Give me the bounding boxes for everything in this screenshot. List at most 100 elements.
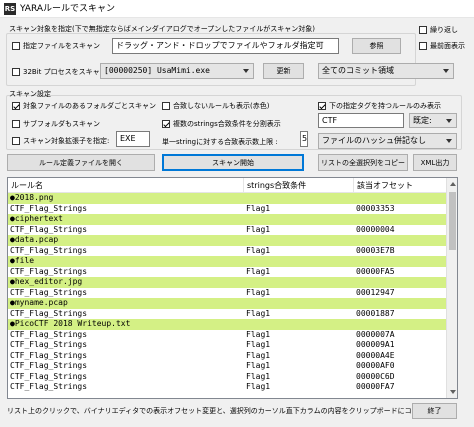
title-bar: RS YARAルールでスキャン [0, 0, 474, 18]
tag-input[interactable]: CTF [318, 113, 404, 128]
rule-name-cell: CTF_Flag_Strings [10, 340, 88, 349]
file-path-input[interactable]: ドラッグ・アンド・ドロップでファイルやフォルダ指定可 [112, 38, 339, 54]
folder-scan-check-box[interactable] [12, 102, 20, 110]
offset-cell: 00000FA7 [356, 382, 395, 391]
file-scan-check-box[interactable] [12, 42, 20, 50]
file-group-row[interactable]: ●PicoCTF 2018 Writeup.txt [8, 319, 448, 330]
table-row[interactable]: CTF_Flag_Strings Flag1 00003E7B [8, 246, 448, 257]
split-strings-label: 複数のstrings合致条件を分割表示 [173, 120, 281, 128]
hash-select[interactable]: ファイルのハッシュ併記なし [318, 133, 457, 149]
table-row[interactable]: CTF_Flag_Strings Flag1 00000C6D [8, 372, 448, 383]
process-scan-checkbox[interactable]: 32Bit プロセスをスキャン [12, 67, 107, 77]
settings-group-label: スキャン設定 [9, 90, 51, 98]
scroll-thumb[interactable] [449, 192, 456, 250]
browse-button[interactable]: 参照 [352, 38, 401, 54]
table-row[interactable]: CTF_Flag_Strings Flag1 00001887 [8, 309, 448, 320]
file-group-row[interactable]: ●file [8, 256, 448, 267]
show-unmatched-checkbox[interactable]: 合致しないルールも表示(赤色) [162, 101, 269, 111]
single-string-limit-label: 単一stringに対する合致表示数上限 : [162, 138, 278, 146]
close-button[interactable]: 終了 [412, 403, 457, 419]
file-group-row[interactable]: ●ciphertext [8, 214, 448, 225]
single-string-limit-input[interactable]: 5 [300, 131, 308, 147]
split-strings-checkbox[interactable]: 複数のstrings合致条件を分割表示 [162, 119, 281, 129]
scroll-up-icon[interactable] [450, 182, 456, 186]
table-row[interactable]: CTF_Flag_Strings Flag1 0000007A [8, 330, 448, 341]
subfolder-check-box[interactable] [12, 120, 20, 128]
ext-filter-checkbox[interactable]: スキャン対象拡張子を指定: [12, 136, 109, 146]
file-group-row[interactable]: ●myname.pcap [8, 298, 448, 309]
topmost-checkbox[interactable]: 最前面表示 [419, 41, 465, 51]
strings-condition-cell: Flag1 [246, 340, 271, 349]
rule-name-cell: CTF_Flag_Strings [10, 308, 88, 318]
column-rule-name[interactable]: ルール名 [8, 178, 244, 193]
subfolder-label: サブフォルダもスキャン [23, 120, 100, 128]
strings-condition-cell: Flag1 [246, 224, 271, 234]
refresh-button[interactable]: 更新 [263, 63, 304, 79]
rule-name-cell: CTF_Flag_Strings [10, 203, 88, 213]
file-name-cell: ●2018.png [10, 193, 54, 202]
table-row[interactable]: CTF_Flag_Strings Flag1 00003353 [8, 204, 448, 215]
ext-input[interactable]: EXE [116, 131, 150, 147]
strings-condition-cell: Flag1 [246, 371, 271, 381]
copy-list-button[interactable]: リストの全選択列をコピー [318, 154, 408, 171]
column-strings-condition[interactable]: strings合致条件 [244, 178, 354, 193]
file-name-cell: ●data.pcap [10, 235, 59, 244]
table-row[interactable]: CTF_Flag_Strings Flag1 000009A1 [8, 340, 448, 351]
ext-filter-check-box[interactable] [12, 137, 20, 145]
process-select[interactable]: [00000250] UsaMimi.exe [100, 63, 254, 79]
rule-name-cell: CTF_Flag_Strings [10, 371, 88, 381]
strings-condition-cell: Flag1 [246, 245, 271, 255]
ext-filter-label: スキャン対象拡張子を指定: [23, 137, 110, 145]
offset-cell: 00000C6D [356, 371, 395, 381]
offset-cell: 00000A4E [356, 350, 395, 360]
scroll-down-icon[interactable] [450, 390, 456, 394]
file-scan-label: 指定ファイルをスキャン [23, 42, 100, 50]
chevron-down-icon [446, 119, 452, 123]
repeat-checkbox[interactable]: 繰り返し [419, 25, 458, 35]
folder-scan-checkbox[interactable]: 対象ファイルのあるフォルダごとスキャン [12, 101, 156, 111]
region-select[interactable]: 全てのコミット領域 [318, 63, 454, 79]
vertical-scrollbar[interactable] [446, 178, 457, 398]
file-group-row[interactable]: ●data.pcap [8, 235, 448, 246]
tag-filter-check-box[interactable] [318, 102, 326, 110]
file-name-cell: ●ciphertext [10, 214, 63, 223]
file-group-row[interactable]: ●2018.png [8, 193, 448, 204]
rule-name-cell: CTF_Flag_Strings [10, 245, 88, 255]
open-rule-button[interactable]: ルール定義ファイルを開く [7, 154, 155, 171]
table-row[interactable]: CTF_Flag_Strings Flag1 00000AF0 [8, 361, 448, 372]
tag-mode-select[interactable]: 既定: [409, 113, 457, 128]
repeat-label: 繰り返し [430, 26, 458, 34]
list-header: ルール名 strings合致条件 該当オフセット [8, 178, 448, 193]
table-row[interactable]: CTF_Flag_Strings Flag1 00000A4E [8, 351, 448, 362]
hash-select-value: ファイルのハッシュ併記なし [322, 136, 426, 145]
table-row[interactable]: CTF_Flag_Strings Flag1 00012947 [8, 288, 448, 299]
show-unmatched-check-box[interactable] [162, 102, 170, 110]
split-strings-check-box[interactable] [162, 120, 170, 128]
process-scan-check-box[interactable] [12, 68, 20, 76]
rule-name-cell: CTF_Flag_Strings [10, 224, 88, 234]
tag-mode-value: 既定: [413, 116, 432, 125]
rule-name-cell: CTF_Flag_Strings [10, 382, 88, 391]
offset-cell: 0000007A [356, 329, 395, 339]
tag-filter-checkbox[interactable]: 下の指定タグを持つルールのみ表示 [318, 101, 441, 111]
xml-output-button[interactable]: XML出力 [413, 154, 457, 171]
subfolder-checkbox[interactable]: サブフォルダもスキャン [12, 119, 100, 129]
file-group-row[interactable]: ●hex_editor.jpg [8, 277, 448, 288]
file-scan-checkbox[interactable]: 指定ファイルをスキャン [12, 41, 100, 51]
topmost-label: 最前面表示 [430, 42, 465, 50]
topmost-check-box[interactable] [419, 42, 427, 50]
table-row[interactable]: CTF_Flag_Strings Flag1 00000004 [8, 225, 448, 236]
target-group-label: スキャン対象を指定(下で無指定ならばメインダイアログでオープンしたファイルがスキ… [9, 25, 316, 33]
table-row[interactable]: CTF_Flag_Strings Flag1 00000FA5 [8, 267, 448, 278]
result-list[interactable]: ルール名 strings合致条件 該当オフセット ●2018.png CTF_Fl… [7, 177, 458, 399]
app-icon: RS [4, 3, 16, 15]
rule-name-cell: CTF_Flag_Strings [10, 329, 88, 339]
scan-start-button[interactable]: スキャン開始 [162, 154, 304, 171]
table-row[interactable]: CTF_Flag_Strings Flag1 00000FA7 [8, 382, 448, 393]
offset-cell: 00003E7B [356, 245, 395, 255]
strings-condition-cell: Flag1 [246, 350, 271, 360]
repeat-check-box[interactable] [419, 26, 427, 34]
column-offset[interactable]: 該当オフセット [354, 178, 448, 193]
file-name-cell: ●hex_editor.jpg [10, 277, 83, 286]
strings-condition-cell: Flag1 [246, 287, 271, 297]
